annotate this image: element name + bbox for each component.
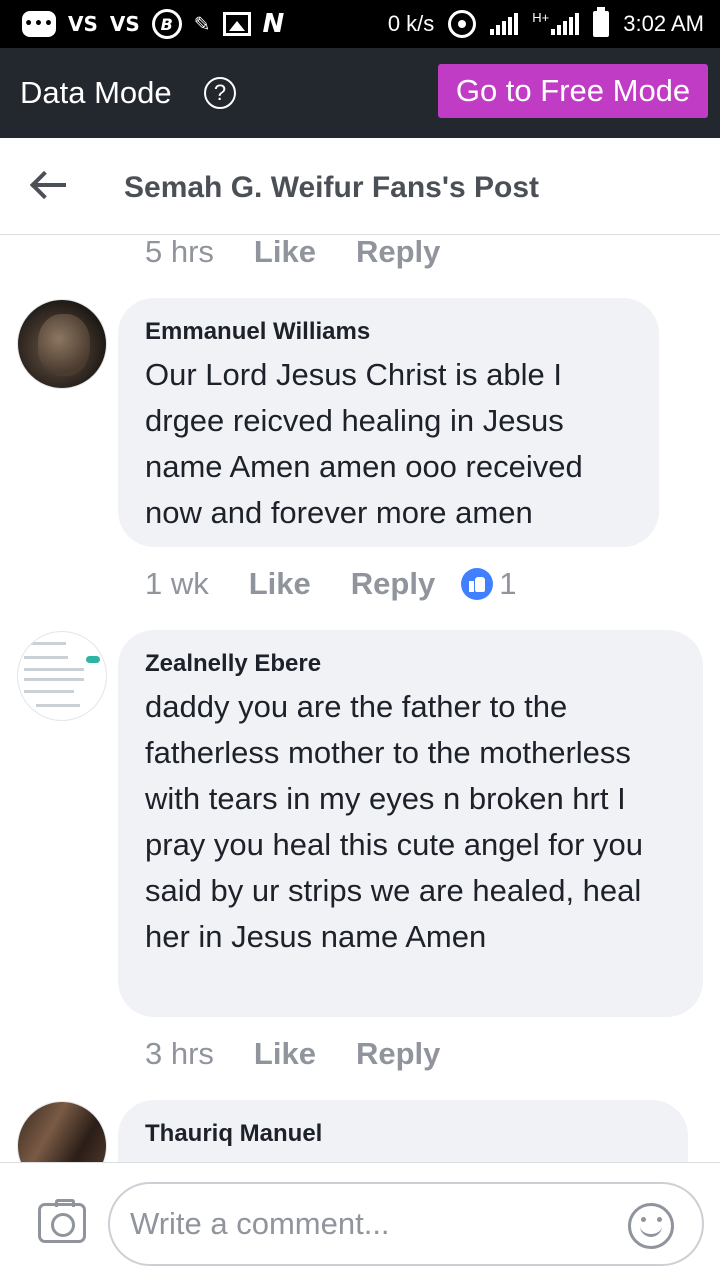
free-mode-button[interactable]: Go to Free Mode	[438, 64, 708, 118]
comment-bubble: Zealnelly Ebere daddy you are the father…	[118, 630, 703, 1017]
comment-time: 3 hrs	[145, 1036, 214, 1071]
data-mode-bar: Data Mode ? Go to Free Mode	[0, 48, 720, 138]
battery-icon	[593, 7, 610, 37]
post-header: Semah G. Weifur Fans's Post	[0, 138, 720, 235]
thumbs-up-icon	[461, 568, 494, 600]
comment-input[interactable]	[108, 1182, 704, 1266]
emoji-icon[interactable]	[628, 1203, 674, 1249]
vs-icon: VS	[109, 12, 140, 36]
image-icon	[222, 12, 251, 36]
comment-author[interactable]: Emmanuel Williams	[145, 318, 370, 346]
notification-icons: ••• VS VS B ✎ N	[22, 8, 284, 40]
comment-text: Our Lord Jesus Christ is able I drgee re…	[145, 357, 583, 530]
comment-text: daddy you are the father to the fatherle…	[145, 689, 644, 954]
help-icon[interactable]: ?	[204, 77, 236, 109]
edit-icon: ✎	[193, 12, 211, 36]
comment-time: 1 wk	[145, 566, 209, 601]
signal-icon	[490, 13, 519, 35]
comment-meta: 1 wk Like Reply 1	[145, 564, 516, 604]
reply-button[interactable]: Reply	[356, 1036, 440, 1072]
page-title: Semah G. Weifur Fans's Post	[124, 171, 540, 204]
comment-author[interactable]: Zealnelly Ebere	[145, 650, 321, 678]
status-bar: ••• VS VS B ✎ N 0 k/s H+ 3:02 AM	[0, 0, 720, 48]
vs-icon: VS	[68, 12, 98, 36]
reaction-count-value: 1	[499, 566, 517, 601]
like-button[interactable]: Like	[254, 1036, 316, 1072]
like-button[interactable]: Like	[249, 566, 311, 602]
comment-time: 5 hrs	[145, 236, 214, 269]
avatar[interactable]	[17, 631, 107, 721]
back-arrow-icon[interactable]	[29, 170, 66, 200]
comment-composer	[0, 1162, 720, 1280]
signal-icon	[551, 13, 580, 35]
reply-button[interactable]: Reply	[351, 566, 435, 602]
avatar[interactable]	[17, 299, 107, 389]
like-button[interactable]: Like	[254, 236, 316, 270]
comment-author[interactable]: Thauriq Manuel	[145, 1120, 322, 1148]
clock: 3:02 AM	[623, 11, 704, 36]
message-icon: •••	[22, 11, 56, 37]
b-icon: B	[151, 9, 182, 39]
comment-meta: 3 hrs Like Reply	[145, 1034, 440, 1074]
network-speed: 0 k/s	[387, 11, 435, 36]
data-mode-title: Data Mode	[20, 75, 172, 110]
comments-feed[interactable]: 5 hrs Like Reply Emmanuel Williams Our L…	[0, 236, 720, 1162]
comment-bubble: Thauriq Manuel	[118, 1100, 688, 1162]
network-type: H+	[532, 9, 550, 25]
hotspot-icon	[448, 10, 477, 38]
comment-meta: 5 hrs Like Reply	[145, 236, 440, 272]
system-icons: 0 k/s H+ 3:02 AM	[387, 7, 704, 40]
n-icon: N	[262, 9, 285, 39]
camera-icon[interactable]	[38, 1199, 86, 1243]
avatar[interactable]	[17, 1101, 107, 1162]
reply-button[interactable]: Reply	[356, 236, 440, 270]
comment-bubble: Emmanuel Williams Our Lord Jesus Christ …	[118, 298, 659, 547]
reaction-count[interactable]: 1	[461, 566, 516, 602]
